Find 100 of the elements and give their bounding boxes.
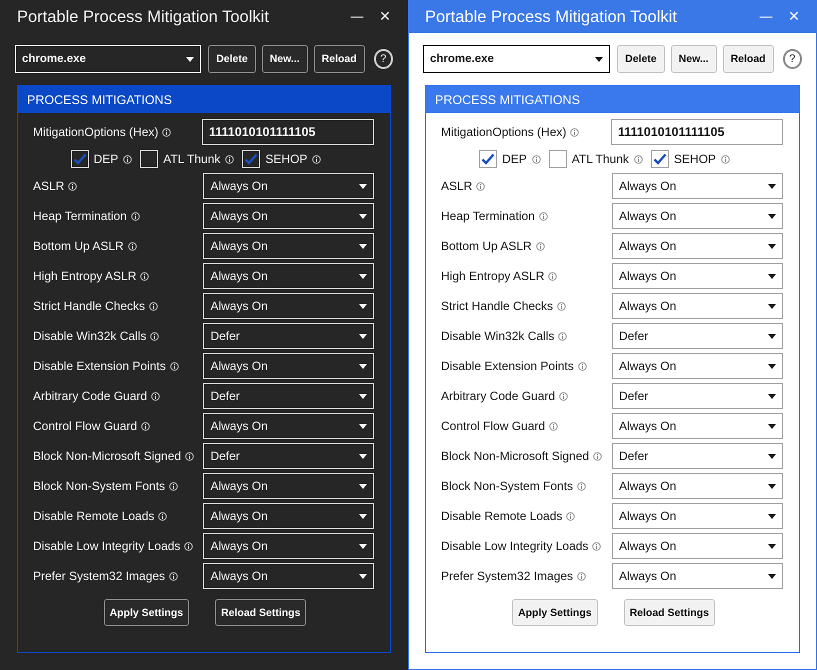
toolbar-button[interactable]: Delete (617, 45, 665, 73)
toolbar-button[interactable]: New... (262, 45, 308, 73)
toolbar-button[interactable]: Reload (722, 45, 774, 73)
caret-icon (359, 304, 367, 308)
setting-dropdown[interactable]: Always On (612, 503, 783, 529)
info-icon[interactable] (162, 128, 172, 136)
setting-dropdown[interactable]: Always On (203, 203, 374, 229)
checkbox-label: SEHOP (674, 152, 716, 166)
caret-icon (768, 184, 776, 188)
setting-label: High Entropy ASLR (33, 269, 136, 283)
setting-label: Bottom Up ASLR (441, 239, 532, 253)
setting-label: High Entropy ASLR (441, 269, 544, 283)
setting-label: Block Non-System Fonts (441, 479, 574, 493)
hex-field[interactable]: 1111010101111105 (611, 119, 783, 145)
setting-dropdown[interactable]: Always On (612, 563, 783, 589)
checkbox[interactable] (140, 150, 158, 168)
caret-icon (186, 56, 194, 62)
setting-dropdown[interactable]: Always On (612, 413, 783, 439)
setting-label: Disable Remote Loads (33, 509, 154, 523)
setting-dropdown[interactable]: Always On (203, 293, 374, 319)
checkbox[interactable] (479, 150, 498, 168)
caret-icon (768, 484, 776, 488)
setting-label: Block Non-System Fonts (33, 479, 166, 493)
checkbox[interactable] (70, 150, 89, 168)
info-icon[interactable] (141, 422, 150, 430)
setting-dropdown[interactable]: Always On (203, 233, 374, 259)
toolbar-button[interactable]: Reload (314, 45, 365, 73)
minimize-button[interactable]: — (345, 9, 369, 25)
panel-header: PROCESS MITIGATIONS (18, 86, 390, 113)
action-button[interactable]: Reload Settings (215, 599, 306, 626)
process-dropdown[interactable]: chrome.exe (15, 45, 202, 73)
toolbar-button[interactable]: New... (670, 45, 717, 73)
info-icon[interactable] (225, 154, 234, 164)
setting-dropdown[interactable]: Always On (612, 293, 783, 319)
setting-dropdown[interactable]: Always On (203, 533, 374, 559)
setting-label: Block Non-Microsoft Signed (33, 449, 182, 463)
caret-icon (359, 514, 367, 518)
setting-dropdown[interactable]: Defer (203, 383, 374, 409)
info-icon[interactable] (158, 512, 168, 520)
setting-dropdown[interactable]: Always On (612, 533, 783, 559)
setting-dropdown[interactable]: Always On (203, 173, 374, 199)
setting-label: Disable Low Integrity Loads (441, 539, 588, 553)
setting-dropdown[interactable]: Always On (203, 503, 374, 529)
close-button[interactable]: ✕ (782, 9, 806, 25)
info-icon[interactable] (170, 362, 179, 370)
minimize-button[interactable]: — (754, 9, 778, 25)
setting-dropdown[interactable]: Always On (203, 473, 374, 499)
setting-label: Strict Handle Checks (441, 299, 554, 313)
checkbox[interactable] (548, 150, 567, 168)
toolbar-button[interactable]: Delete (208, 45, 256, 73)
action-button[interactable]: Reload Settings (624, 599, 715, 626)
setting-dropdown[interactable]: Always On (612, 263, 783, 289)
checkbox[interactable] (650, 150, 669, 168)
info-icon[interactable] (149, 302, 158, 310)
setting-dropdown[interactable]: Defer (612, 323, 783, 349)
caret-icon (768, 424, 776, 428)
setting-dropdown[interactable]: Always On (203, 413, 374, 439)
setting-dropdown[interactable]: Always On (612, 353, 783, 379)
info-icon[interactable] (128, 242, 137, 250)
info-icon[interactable] (151, 392, 160, 400)
caret-icon (595, 56, 604, 62)
caret-icon (359, 454, 367, 458)
setting-dropdown[interactable]: Always On (612, 233, 783, 259)
info-icon[interactable] (169, 482, 178, 490)
info-icon[interactable] (123, 154, 132, 164)
setting-dropdown[interactable]: Always On (203, 263, 374, 289)
setting-dropdown[interactable]: Defer (203, 323, 374, 349)
hex-field[interactable]: 1111010101111105 (202, 119, 374, 145)
setting-dropdown[interactable]: Always On (203, 563, 374, 589)
setting-dropdown[interactable]: Defer (612, 383, 783, 409)
info-icon[interactable] (169, 572, 178, 580)
info-icon[interactable] (312, 154, 322, 164)
info-icon[interactable] (150, 332, 160, 340)
caret-icon (359, 424, 367, 428)
help-button[interactable]: ? (374, 49, 393, 69)
action-button[interactable]: Apply Settings (512, 599, 598, 626)
setting-dropdown[interactable]: Always On (612, 473, 783, 499)
setting-label: ASLR (441, 179, 472, 193)
caret-icon (768, 274, 776, 278)
checkbox-label: DEP (502, 152, 527, 166)
info-icon[interactable] (140, 272, 150, 280)
help-button[interactable]: ? (782, 49, 802, 69)
info-icon[interactable] (130, 212, 140, 220)
setting-label: Prefer System32 Images (33, 569, 166, 583)
action-button[interactable]: Apply Settings (104, 599, 190, 626)
info-icon[interactable] (185, 452, 194, 460)
setting-dropdown[interactable]: Defer (203, 443, 374, 469)
info-icon[interactable] (68, 182, 78, 190)
setting-dropdown[interactable]: Always On (612, 173, 783, 199)
setting-dropdown[interactable]: Defer (612, 443, 783, 469)
close-button[interactable]: ✕ (373, 9, 397, 25)
caret-icon (768, 454, 776, 458)
setting-dropdown[interactable]: Always On (612, 203, 783, 229)
checkbox[interactable] (242, 150, 260, 168)
info-icon[interactable] (184, 542, 194, 550)
process-dropdown[interactable]: chrome.exe (423, 45, 610, 73)
setting-dropdown[interactable]: Always On (203, 353, 374, 379)
setting-label: Arbitrary Code Guard (441, 389, 556, 403)
setting-label: Strict Handle Checks (33, 299, 146, 313)
setting-label: Prefer System32 Images (441, 569, 574, 583)
